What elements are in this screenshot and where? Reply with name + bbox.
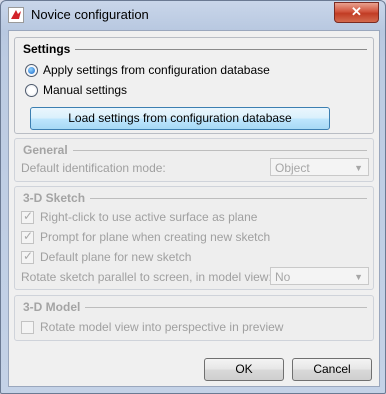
- prompt-plane-label: Prompt for plane when creating new sketc…: [40, 230, 271, 244]
- settings-legend: Settings: [23, 42, 71, 56]
- perspective-label: Rotate model view into perspective in pr…: [40, 320, 284, 334]
- model-legend: 3-D Model: [23, 300, 81, 314]
- default-plane-label: Default plane for new sketch: [40, 250, 192, 264]
- model-group: 3-D Model Rotate model view into perspec…: [14, 295, 374, 341]
- default-plane-checkbox[interactable]: Default plane for new sketch: [21, 249, 191, 265]
- checkbox-checked-icon: [21, 209, 34, 224]
- load-settings-button[interactable]: Load settings from configuration databas…: [30, 107, 330, 130]
- settings-group: Settings Apply settings from configurati…: [14, 37, 374, 134]
- ident-mode-row: Default identification mode:: [21, 160, 166, 176]
- checkbox-checked-icon: [21, 249, 34, 264]
- ident-mode-select[interactable]: Object ▼: [270, 158, 369, 176]
- perspective-checkbox[interactable]: Rotate model view into perspective in pr…: [21, 319, 283, 335]
- checkbox-checked-icon: [21, 229, 34, 244]
- chevron-down-icon: ▼: [354, 272, 363, 282]
- manual-settings-label: Manual settings: [43, 83, 128, 97]
- model-divider: [85, 306, 367, 308]
- app-logo-icon: [8, 7, 24, 23]
- dialog-window: Novice configuration ✕ Settings Apply se…: [0, 0, 386, 394]
- sketch-divider: [90, 197, 367, 199]
- rotate-sketch-label: Rotate sketch parallel to screen, in mod…: [21, 270, 272, 284]
- window-title: Novice configuration: [31, 7, 149, 22]
- rightclick-plane-label: Right-click to use active surface as pla…: [40, 210, 258, 224]
- apply-settings-radio[interactable]: Apply settings from configuration databa…: [25, 62, 270, 78]
- close-button[interactable]: ✕: [334, 2, 379, 23]
- rotate-sketch-value: No: [275, 270, 291, 284]
- ident-mode-label: Default identification mode:: [21, 161, 166, 175]
- dialog-client-area: Settings Apply settings from configurati…: [8, 30, 380, 387]
- rotate-sketch-select[interactable]: No ▼: [270, 267, 369, 285]
- ok-button[interactable]: OK: [204, 358, 284, 381]
- radio-checked-icon: [25, 63, 38, 77]
- title-bar[interactable]: Novice configuration ✕: [1, 1, 385, 29]
- cancel-button[interactable]: Cancel: [292, 358, 372, 381]
- apply-settings-label: Apply settings from configuration databa…: [43, 63, 270, 77]
- rotate-sketch-row: Rotate sketch parallel to screen, in mod…: [21, 269, 272, 285]
- ident-mode-value: Object: [275, 161, 310, 175]
- general-group: General Default identification mode: Obj…: [14, 138, 374, 182]
- close-icon: ✕: [351, 4, 362, 19]
- manual-settings-radio[interactable]: Manual settings: [25, 82, 127, 98]
- prompt-plane-checkbox[interactable]: Prompt for plane when creating new sketc…: [21, 229, 270, 245]
- checkbox-unchecked-icon: [21, 320, 34, 334]
- general-legend: General: [23, 143, 68, 157]
- sketch-group: 3-D Sketch Right-click to use active sur…: [14, 186, 374, 290]
- settings-divider: [75, 48, 367, 50]
- sketch-legend: 3-D Sketch: [23, 191, 86, 205]
- rightclick-plane-checkbox[interactable]: Right-click to use active surface as pla…: [21, 209, 257, 225]
- general-divider: [72, 149, 367, 151]
- chevron-down-icon: ▼: [354, 163, 363, 173]
- radio-unchecked-icon: [25, 83, 38, 97]
